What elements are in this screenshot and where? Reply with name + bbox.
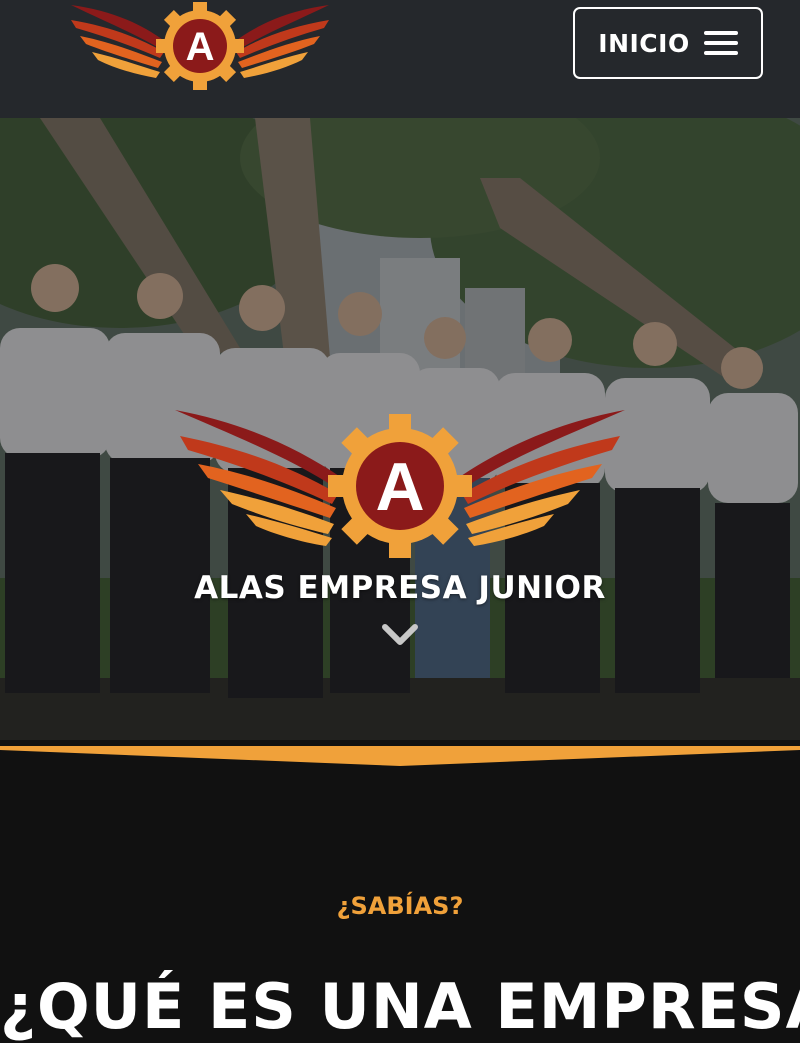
logo-large-gear: A xyxy=(328,414,472,558)
chevron-down-icon[interactable] xyxy=(381,623,419,647)
hero-divider xyxy=(0,740,800,770)
site-header: A INICIO xyxy=(0,0,800,118)
hero-title: ALAS EMPRESA JUNIOR xyxy=(194,570,606,606)
alas-logo-large: A xyxy=(175,410,625,558)
section-title: ¿QUÉ ES UNA EMPRESA xyxy=(0,970,800,1043)
logo-right-wing xyxy=(234,5,329,78)
menu-button[interactable]: INICIO xyxy=(573,7,763,79)
hamburger-icon xyxy=(703,30,738,56)
logo-left-wing xyxy=(71,5,166,78)
section-kicker: ¿SABÍAS? xyxy=(336,892,464,920)
logo-large-left-wing xyxy=(175,410,342,546)
alas-logo[interactable]: A xyxy=(66,0,334,92)
logo-large-right-wing xyxy=(458,410,625,546)
menu-button-label: INICIO xyxy=(598,28,690,58)
logo-letter: A xyxy=(186,25,215,69)
about-section: ¿SABÍAS? ¿QUÉ ES UNA EMPRESA xyxy=(0,770,800,1043)
logo-gear: A xyxy=(156,2,244,90)
hero-banner: A ALAS EMPRESA JUNIOR xyxy=(0,118,800,748)
logo-large-letter: A xyxy=(375,449,424,525)
